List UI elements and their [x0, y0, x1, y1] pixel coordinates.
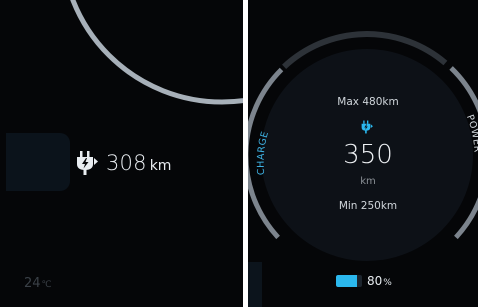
range-unit: km [149, 157, 172, 174]
current-range-value: 350 [343, 140, 393, 170]
temperature-unit: ℃ [41, 280, 52, 290]
charging-plug-icon [77, 151, 98, 175]
range-display: 308 km [74, 147, 171, 179]
side-tab[interactable] [6, 133, 70, 191]
outside-temperature: 24℃ [24, 276, 52, 291]
battery-status: 80% [336, 274, 392, 288]
battery-icon [336, 275, 362, 287]
temperature-value: 24 [24, 276, 41, 291]
right-panel: CHARGE POWER Max 480km 350 km Min 250km … [248, 0, 478, 307]
max-range-label: Max 480km [337, 96, 399, 108]
battery-unit: % [383, 278, 392, 288]
left-panel: 308 km 24℃ [0, 0, 243, 307]
charging-plug-icon [361, 120, 373, 134]
battery-value: 80 [367, 274, 383, 288]
battery-percent: 80% [367, 274, 392, 288]
current-range-unit: km [360, 176, 376, 187]
side-tab[interactable] [248, 262, 262, 307]
min-range-label: Min 250km [338, 200, 398, 212]
range-value: 308 [106, 151, 147, 175]
battery-level-fill [336, 275, 357, 287]
